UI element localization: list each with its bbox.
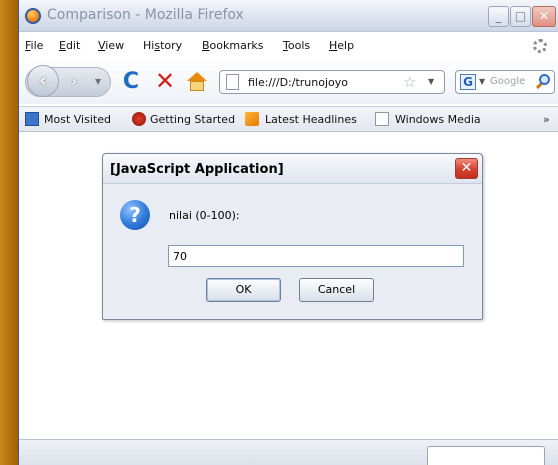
background-stripe (0, 0, 18, 465)
maximize-button[interactable]: □ (510, 6, 531, 27)
menu-tools[interactable]: Tools (283, 39, 310, 52)
cancel-button[interactable]: Cancel (299, 278, 374, 302)
menu-edit[interactable]: Edit (59, 39, 80, 52)
menu-view[interactable]: View (98, 39, 124, 52)
menu-history[interactable]: History (143, 39, 182, 52)
status-panel (427, 446, 545, 465)
title-bar[interactable]: Comparison - Mozilla Firefox _ □ ✕ (19, 0, 558, 32)
most-visited-icon (25, 112, 39, 126)
reload-icon[interactable]: C (119, 70, 143, 94)
dialog-title: [JavaScript Application] (110, 162, 284, 177)
home-body (190, 81, 204, 91)
minimize-button[interactable]: _ (488, 6, 509, 27)
url-text[interactable]: file:///D:/trunojoyo (248, 76, 398, 89)
ok-button[interactable]: OK (206, 278, 281, 302)
bookmarks-overflow-chevron-icon[interactable]: » (543, 113, 550, 126)
bookmarks-toolbar: Most Visited Getting Started Latest Head… (19, 106, 558, 132)
window-title: Comparison - Mozilla Firefox (47, 7, 244, 23)
home-roof (187, 72, 207, 81)
prompt-label: nilai (0-100): (169, 209, 240, 222)
history-dropdown-icon[interactable]: ▼ (95, 77, 101, 86)
dialog-close-button[interactable]: ✕ (455, 158, 478, 179)
menu-bar: File Edit View History Bookmarks Tools H… (19, 34, 558, 56)
home-icon[interactable] (185, 70, 209, 94)
prompt-input[interactable] (168, 245, 464, 267)
throbber-icon (533, 39, 547, 53)
search-placeholder[interactable]: Google (490, 76, 525, 87)
search-engine-dropdown-icon[interactable]: ▼ (479, 77, 485, 86)
bookmark-most-visited[interactable]: Most Visited (44, 113, 111, 126)
forward-button[interactable]: › (63, 72, 85, 92)
status-bar (19, 439, 558, 465)
search-icon-lens (539, 74, 550, 85)
google-icon[interactable]: G (460, 74, 476, 90)
bookmark-getting-started[interactable]: Getting Started (150, 113, 235, 126)
page-icon (226, 74, 239, 90)
close-window-button[interactable]: ✕ (532, 6, 556, 27)
navigation-toolbar: ‹ › ▼ C ✕ file:///D:/trunojoyo ☆ ▼ G ▼ G… (19, 58, 558, 104)
bookmark-latest-headlines[interactable]: Latest Headlines (265, 113, 357, 126)
menu-bookmarks[interactable]: Bookmarks (202, 39, 263, 52)
bookmark-windows-media[interactable]: Windows Media (395, 113, 481, 126)
search-icon[interactable] (535, 74, 552, 90)
bookmark-star-icon[interactable]: ☆ (403, 73, 416, 91)
search-box[interactable]: G ▼ Google (455, 70, 555, 94)
page-icon (375, 112, 389, 126)
address-bar[interactable]: file:///D:/trunojoyo ☆ ▼ (219, 70, 445, 94)
rss-feed-icon (245, 112, 259, 126)
menu-help[interactable]: Help (329, 39, 354, 52)
menu-file[interactable]: File (25, 39, 43, 52)
question-icon: ? (120, 200, 150, 230)
getting-started-icon (132, 112, 146, 126)
stop-icon[interactable]: ✕ (153, 69, 177, 93)
dialog-title-bar[interactable]: [JavaScript Application] ✕ (103, 154, 482, 184)
firefox-logo-icon (25, 8, 41, 24)
javascript-prompt-dialog: [JavaScript Application] ✕ ? nilai (0-10… (102, 153, 483, 320)
back-button[interactable]: ‹ (27, 65, 59, 97)
url-dropdown-icon[interactable]: ▼ (428, 77, 434, 86)
